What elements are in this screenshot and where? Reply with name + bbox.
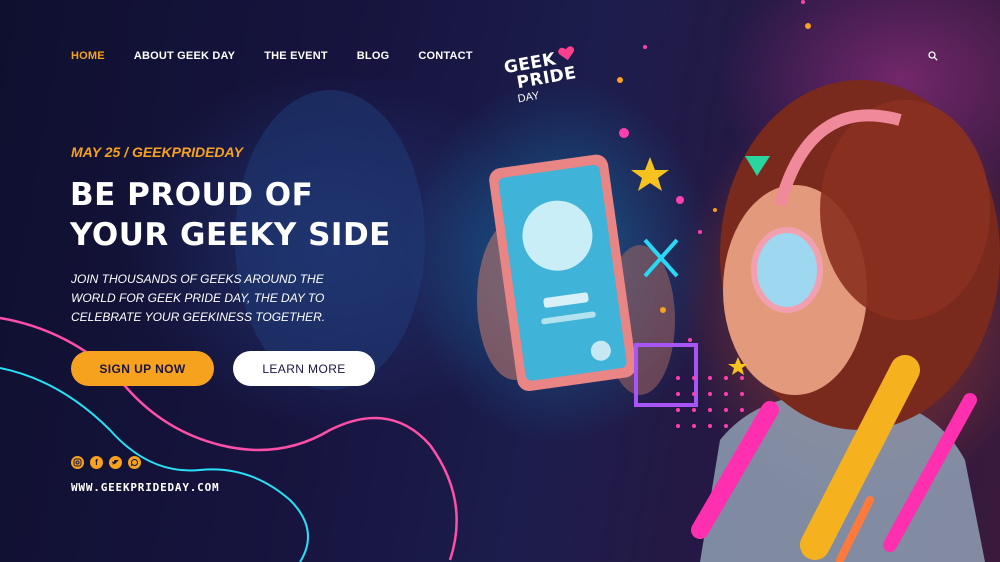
nav-item-the-event[interactable]: THE EVENT [264, 50, 328, 62]
nav-item-home[interactable]: HOME [71, 50, 105, 62]
heart-icon [558, 46, 575, 61]
whatsapp-icon[interactable] [128, 456, 141, 469]
facebook-icon[interactable]: f [90, 456, 103, 469]
neon-line-cyan [0, 367, 309, 562]
nav-item-about-geek-day[interactable]: ABOUT GEEK DAY [134, 50, 235, 62]
search-icon[interactable] [928, 51, 938, 61]
headline-line-2: YOUR GEEKY SIDE [70, 217, 391, 253]
learn-more-button[interactable]: LEARN MORE [233, 351, 375, 386]
star-icon [631, 157, 669, 191]
twitter-icon[interactable] [109, 456, 122, 469]
website-url[interactable]: WWW.GEEKPRIDEDAY.COM [71, 481, 219, 494]
hair-shape [820, 100, 990, 320]
page-headline: BE PROUD OF YOUR GEEKY SIDE [70, 175, 490, 255]
nav-item-blog[interactable]: BLOG [357, 50, 390, 62]
headline-line-1: BE PROUD OF [70, 177, 314, 213]
geek-pride-day-logo[interactable]: GEEK PRIDE DAY [503, 46, 593, 126]
hero-description: JOIN THOUSANDS OF GEEKS AROUND THE WORLD… [71, 272, 326, 324]
main-nav: HOME ABOUT GEEK DAY THE EVENT BLOG CONTA… [71, 50, 502, 62]
instagram-icon[interactable] [71, 456, 84, 469]
dot-grid-icon [676, 376, 744, 428]
landing-page: HOME ABOUT GEEK DAY THE EVENT BLOG CONTA… [0, 0, 1000, 562]
sign-up-button[interactable]: SIGN UP NOW [71, 351, 214, 386]
event-date: MAY 25 / GEEKPRIDEDAY [71, 144, 243, 160]
social-links: f [71, 456, 141, 469]
headphone-ear [751, 227, 823, 313]
nav-item-contact[interactable]: CONTACT [418, 50, 472, 62]
